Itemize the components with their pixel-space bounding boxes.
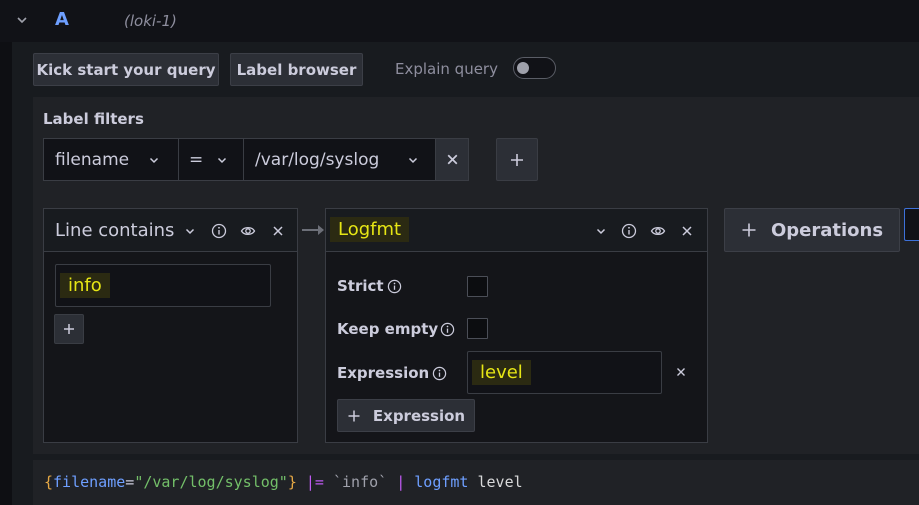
operations-label: Operations: [770, 219, 884, 241]
query-token: logfmt: [414, 473, 469, 491]
query-token: level: [468, 473, 523, 491]
expression-label: Expression: [337, 364, 430, 382]
query-token: [405, 473, 414, 491]
query-ref-id[interactable]: A: [55, 9, 69, 30]
operation-title[interactable]: Logfmt: [330, 217, 410, 242]
operation-title[interactable]: Line contains: [55, 220, 174, 241]
close-icon[interactable]: [679, 223, 695, 239]
keep-empty-checkbox[interactable]: [467, 318, 488, 339]
label-filters-title: Label filters: [43, 110, 144, 128]
query-token: |: [396, 473, 406, 491]
add-expression-button[interactable]: Expression: [337, 399, 475, 432]
close-icon[interactable]: [270, 223, 286, 239]
label-value-select[interactable]: /var/log/syslog: [243, 138, 436, 181]
expression-value: level: [472, 360, 531, 385]
label-name-value: filename: [55, 149, 130, 170]
query-token: {: [44, 473, 54, 491]
chevron-down-icon: [217, 157, 227, 164]
query-token: "/var/log/syslog": [134, 473, 288, 491]
strict-checkbox[interactable]: [467, 276, 488, 297]
info-icon[interactable]: [211, 223, 227, 239]
query-token: [297, 473, 306, 491]
info-icon[interactable]: [621, 223, 637, 239]
chevron-down-icon[interactable]: [595, 225, 607, 237]
chevron-down-icon[interactable]: [184, 225, 196, 237]
query-token: [387, 473, 396, 491]
datasource-name: (loki-1): [124, 12, 177, 30]
plus-icon: [348, 410, 360, 421]
chevron-down-icon[interactable]: [14, 12, 30, 28]
raw-query-preview: {filename="/var/log/syslog"} |= `info` |…: [33, 460, 919, 505]
add-filter-button[interactable]: [496, 138, 538, 181]
remove-filter-button[interactable]: [435, 138, 469, 181]
close-icon: [447, 154, 458, 165]
query-token: filename: [53, 473, 126, 491]
add-expression-label: Expression: [372, 406, 466, 425]
label-browser-button[interactable]: Label browser: [230, 53, 363, 86]
plus-icon: [64, 324, 74, 334]
label-name-select[interactable]: filename: [43, 138, 179, 181]
operator-select[interactable]: =: [178, 138, 244, 181]
explain-query-label: Explain query: [395, 60, 498, 78]
keep-empty-label: Keep empty: [337, 320, 439, 338]
info-icon[interactable]: [440, 322, 455, 337]
close-icon[interactable]: [674, 365, 688, 379]
plus-icon: [511, 154, 523, 166]
operator-value: =: [189, 149, 204, 170]
line-contains-input[interactable]: info: [55, 264, 271, 307]
eye-icon[interactable]: [650, 223, 666, 239]
query-token: |=: [305, 473, 324, 491]
toggle-knob: [517, 62, 529, 74]
add-operation-button[interactable]: Operations: [724, 208, 900, 252]
left-gutter: [0, 42, 12, 505]
info-icon[interactable]: [432, 366, 447, 381]
chevron-down-icon: [149, 157, 159, 164]
strict-label: Strict: [337, 277, 384, 295]
expression-input[interactable]: level: [467, 351, 662, 394]
info-icon[interactable]: [387, 279, 402, 294]
kick-start-button[interactable]: Kick start your query: [33, 53, 219, 86]
logfmt-title: Logfmt: [330, 217, 410, 242]
query-token: =: [125, 473, 135, 491]
line-contains-value: info: [60, 273, 110, 298]
arrow-right-icon: [302, 225, 324, 235]
label-value-value: /var/log/syslog: [255, 149, 380, 170]
query-token: [324, 473, 333, 491]
query-token: `info`: [333, 473, 388, 491]
truncated-button[interactable]: [904, 208, 919, 241]
add-param-button[interactable]: [54, 314, 84, 344]
plus-icon: [742, 223, 756, 237]
chevron-down-icon: [408, 157, 418, 164]
query-token: }: [287, 473, 297, 491]
eye-icon[interactable]: [240, 223, 256, 239]
